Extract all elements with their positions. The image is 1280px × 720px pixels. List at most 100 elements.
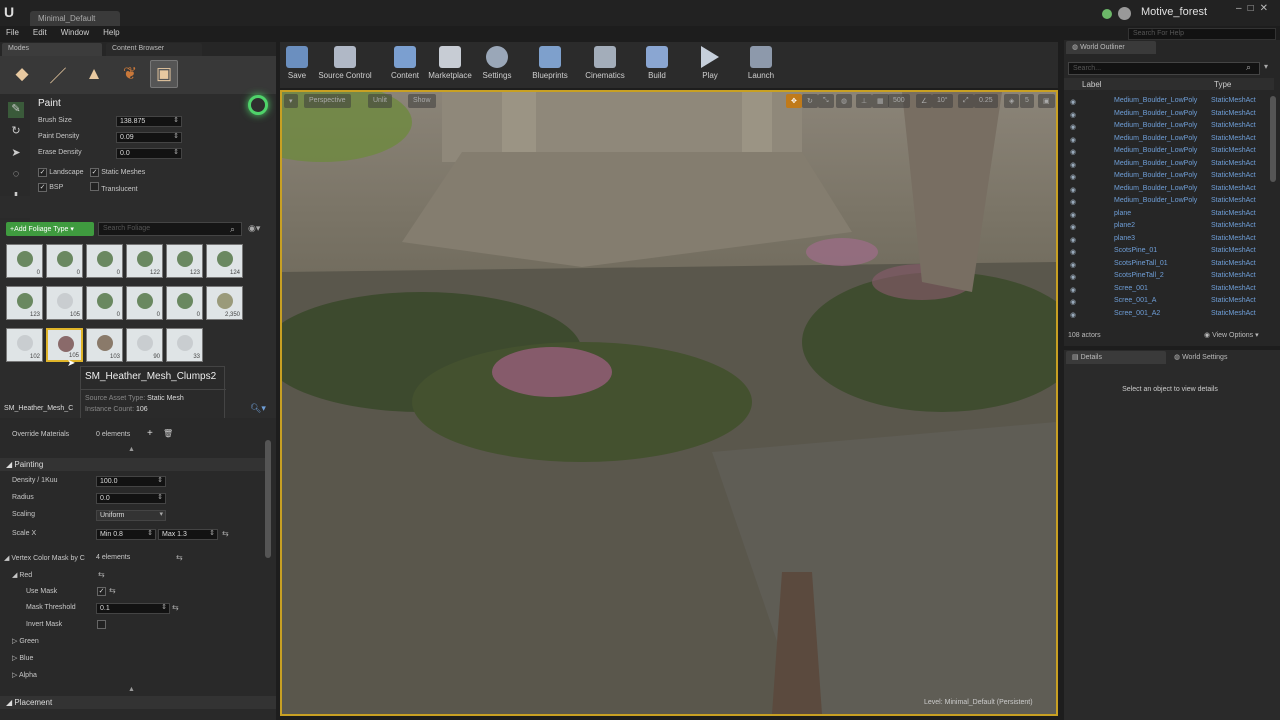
visibility-eye-icon[interactable]: ◉ (1070, 273, 1076, 281)
grid-size-button[interactable]: 500 (888, 94, 910, 108)
foliage-thumb[interactable]: 0 (86, 244, 123, 278)
spinner-icon[interactable]: ⇕ (209, 530, 215, 538)
erase-density-input[interactable]: 0.0 ⇕ (116, 148, 182, 159)
visibility-eye-icon[interactable]: ◉ (1070, 311, 1076, 319)
spinner-icon[interactable]: ⇕ (173, 149, 179, 157)
visibility-eye-icon[interactable]: ◉ (1070, 236, 1076, 244)
tab-world-outliner[interactable]: ◍ World Outliner (1066, 41, 1156, 54)
tab-world-settings[interactable]: ◍ World Settings (1168, 351, 1268, 364)
foliage-thumb[interactable]: 33 (166, 328, 203, 362)
outliner-row[interactable]: ◉ Medium_Boulder_LowPoly StaticMeshAct (1064, 109, 1280, 122)
blueprints-button[interactable]: Blueprints (528, 44, 572, 86)
outliner-row[interactable]: ◉ Medium_Boulder_LowPoly StaticMeshAct (1064, 134, 1280, 147)
collapse-arrow-icon[interactable]: ▲ (128, 686, 135, 693)
spinner-icon[interactable]: ⇕ (157, 494, 163, 502)
outliner-row[interactable]: ◉ Medium_Boulder_LowPoly StaticMeshAct (1064, 121, 1280, 134)
paint-density-input[interactable]: 0.09 ⇕ (116, 132, 182, 143)
menu-edit[interactable]: Edit (33, 26, 47, 40)
outliner-row[interactable]: ◉ Scree_001_A2 StaticMeshAct (1064, 309, 1280, 322)
rotation-snap-icon[interactable]: ∠ (916, 94, 933, 108)
static-meshes-checkbox[interactable]: ✓ (90, 168, 99, 177)
scale-size-button[interactable]: 0.25 (974, 94, 998, 108)
outliner-row[interactable]: ◉ plane StaticMeshAct (1064, 209, 1280, 222)
invert-mask-checkbox[interactable] (97, 620, 106, 629)
cinematics-button[interactable]: Cinematics (582, 44, 628, 86)
maximize-viewport-icon[interactable]: ▣ (1038, 94, 1055, 108)
foliage-thumb[interactable]: 122 (126, 244, 163, 278)
outliner-row[interactable]: ◉ Medium_Boulder_LowPoly StaticMeshAct (1064, 159, 1280, 172)
outliner-row[interactable]: ◉ Medium_Boulder_LowPoly StaticMeshAct (1064, 196, 1280, 209)
level-document-tab[interactable]: Minimal_Default (30, 11, 120, 26)
foliage-thumb[interactable]: 0 (126, 286, 163, 320)
close-button[interactable]: ✕ (1260, 3, 1268, 17)
visibility-eye-icon[interactable]: ◉ (1070, 286, 1076, 294)
label-column-header[interactable]: Label (1082, 80, 1102, 89)
translate-icon[interactable]: ✥ (786, 94, 802, 108)
type-column-header[interactable]: Type (1214, 80, 1231, 89)
lasso-tool-icon[interactable]: ◌ (8, 168, 24, 184)
paint-tool-icon[interactable]: ✎ (8, 102, 24, 118)
foliage-mode-icon[interactable]: ❦ (116, 60, 144, 88)
reset-arrow-icon[interactable]: ⇆ (109, 586, 116, 595)
brush-size-input[interactable]: 138.875 ⇕ (116, 116, 182, 127)
visibility-eye-icon[interactable]: ◉ (1070, 186, 1076, 194)
paint-mode-icon[interactable]: ／ (44, 60, 72, 88)
scale-icon[interactable]: ⤡ (818, 94, 834, 108)
outliner-row[interactable]: ◉ plane3 StaticMeshAct (1064, 234, 1280, 247)
maximize-button[interactable]: □ (1248, 3, 1254, 17)
scale-x-max-input[interactable]: Max 1.3 ⇕ (158, 529, 218, 540)
tab-content-browser[interactable]: Content Browser (106, 43, 202, 56)
find-icon[interactable]: 🔍︎▾ (250, 403, 266, 414)
rotate-icon[interactable]: ↻ (802, 94, 818, 108)
reapply-tool-icon[interactable]: ↻ (8, 124, 24, 140)
unreal-logo-icon[interactable]: U (4, 4, 18, 20)
use-mask-checkbox[interactable]: ✓ (97, 587, 106, 596)
camera-speed-icon[interactable]: ◈ (1004, 94, 1020, 108)
tab-modes[interactable]: Modes (2, 43, 102, 56)
surface-snap-icon[interactable]: ⊥ (856, 94, 873, 108)
visibility-eye-icon[interactable]: ◉ (1070, 173, 1076, 181)
outliner-row[interactable]: ◉ Scree_001 StaticMeshAct (1064, 284, 1280, 297)
outliner-row[interactable]: ◉ Scree_001_A StaticMeshAct (1064, 296, 1280, 309)
outliner-row[interactable]: ◉ Medium_Boulder_LowPoly StaticMeshAct (1064, 184, 1280, 197)
scale-snap-icon[interactable]: ⤢ (958, 94, 974, 108)
foliage-thumb[interactable]: 90 (126, 328, 163, 362)
visibility-eye-icon[interactable]: ◉ (1070, 198, 1076, 206)
show-button[interactable]: Show (408, 94, 436, 108)
visibility-eye-icon[interactable]: ◉ (1070, 223, 1076, 231)
minimize-button[interactable]: – (1236, 3, 1242, 17)
outliner-row[interactable]: ◉ Medium_Boulder_LowPoly StaticMeshAct (1064, 146, 1280, 159)
scale-x-min-input[interactable]: Min 0.8 ⇕ (96, 529, 156, 540)
perspective-button[interactable]: Perspective (304, 94, 351, 108)
collapse-arrow-icon[interactable]: ▲ (128, 446, 135, 453)
source-control-button[interactable]: Source Control (316, 44, 374, 86)
visibility-eye-icon[interactable]: ◉ (1070, 261, 1076, 269)
foliage-thumb[interactable]: 124 (206, 244, 243, 278)
radius-input[interactable]: 0.0 ⇕ (96, 493, 166, 504)
spinner-icon[interactable]: ⇕ (157, 477, 163, 485)
foliage-thumb[interactable]: 105 (46, 286, 83, 320)
foliage-thumb[interactable]: 123 (166, 244, 203, 278)
visibility-eye-icon[interactable]: ◉ (1070, 98, 1076, 106)
foliage-thumb[interactable]: 102 (6, 328, 43, 362)
foliage-thumb[interactable]: 2,350 (206, 286, 243, 320)
unlit-button[interactable]: Unlit (368, 94, 393, 108)
play-button[interactable]: Play (698, 44, 722, 86)
blue-row[interactable]: ▷ Blue (12, 654, 33, 662)
visibility-eye-icon[interactable]: ◉ (1070, 148, 1076, 156)
outliner-row[interactable]: ◉ plane2 StaticMeshAct (1064, 221, 1280, 234)
outliner-options-icon[interactable]: ▾ (1264, 62, 1268, 71)
outliner-row[interactable]: ◉ Medium_Boulder_LowPoly StaticMeshAct (1064, 171, 1280, 184)
alpha-row[interactable]: ▷ Alpha (12, 671, 37, 679)
add-foliage-type-button[interactable]: +Add Foliage Type ▾ (6, 222, 94, 236)
save-button[interactable]: Save (284, 44, 310, 86)
spinner-icon[interactable]: ⇕ (173, 117, 179, 125)
foliage-thumb-selected[interactable]: 105 (46, 328, 83, 362)
reset-arrow-icon[interactable]: ⇆ (98, 570, 105, 579)
grid-snap-icon[interactable]: ▦ (872, 94, 889, 108)
select-tool-icon[interactable]: ➤ (8, 146, 24, 162)
bsp-checkbox[interactable]: ✓ (38, 183, 47, 192)
visibility-eye-icon[interactable]: ◉ (1070, 298, 1076, 306)
mask-threshold-input[interactable]: 0.1 ⇕ (96, 603, 170, 614)
foliage-thumb[interactable]: 0 (46, 244, 83, 278)
